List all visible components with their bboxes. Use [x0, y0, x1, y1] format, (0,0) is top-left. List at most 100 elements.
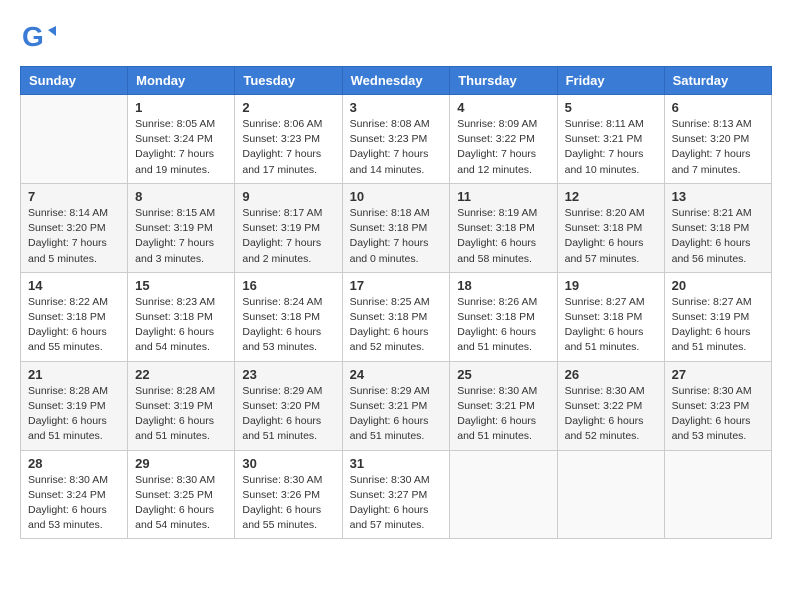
calendar-week-row: 28 Sunrise: 8:30 AM Sunset: 3:24 PM Dayli…: [21, 450, 772, 539]
calendar-day-cell: 1Sunrise: 8:05 AM Sunset: 3:24 PM Daylig…: [128, 95, 235, 184]
day-number: 16: [242, 278, 334, 293]
day-info: Sunrise: 8:30 AM Sunset: 3:22 PM Dayligh…: [565, 384, 657, 445]
day-number: 3: [350, 100, 443, 115]
day-info: Sunrise: 8:30 AM Sunset: 3:25 PM Dayligh…: [135, 473, 227, 534]
day-info: Sunrise: 8:13 AM Sunset: 3:20 PM Dayligh…: [672, 117, 764, 178]
day-info: Sunrise: 8:22 AM Sunset: 3:18 PM Dayligh…: [28, 295, 120, 356]
svg-text:G: G: [22, 21, 44, 52]
calendar-day-cell: 4 Sunrise: 8:09 AM Sunset: 3:22 PM Daylig…: [450, 95, 557, 184]
header: G: [20, 20, 772, 56]
day-info: Sunrise: 8:25 AM Sunset: 3:18 PM Dayligh…: [350, 295, 443, 356]
weekday-label: Thursday: [450, 67, 557, 95]
day-number: 27: [672, 367, 764, 382]
day-info: Sunrise: 8:26 AM Sunset: 3:18 PM Dayligh…: [457, 295, 549, 356]
day-number: 10: [350, 189, 443, 204]
calendar-day-cell: 31 Sunrise: 8:30 AM Sunset: 3:27 PM Dayli…: [342, 450, 450, 539]
calendar-day-cell: [450, 450, 557, 539]
day-number: 5: [565, 100, 657, 115]
calendar-day-cell: [557, 450, 664, 539]
day-info: Sunrise: 8:15 AM Sunset: 3:19 PM Dayligh…: [135, 206, 227, 267]
calendar: SundayMondayTuesdayWednesdayThursdayFrid…: [20, 66, 772, 539]
calendar-day-cell: 6 Sunrise: 8:13 AM Sunset: 3:20 PM Daylig…: [664, 95, 771, 184]
calendar-day-cell: 15 Sunrise: 8:23 AM Sunset: 3:18 PM Dayli…: [128, 272, 235, 361]
day-info: Sunrise: 8:30 AM Sunset: 3:24 PM Dayligh…: [28, 473, 120, 534]
day-info: Sunrise: 8:14 AM Sunset: 3:20 PM Dayligh…: [28, 206, 120, 267]
day-info: Sunrise: 8:30 AM Sunset: 3:21 PM Dayligh…: [457, 384, 549, 445]
day-number: 19: [565, 278, 657, 293]
calendar-day-cell: 2 Sunrise: 8:06 AM Sunset: 3:23 PM Daylig…: [235, 95, 342, 184]
calendar-day-cell: 20 Sunrise: 8:27 AM Sunset: 3:19 PM Dayli…: [664, 272, 771, 361]
day-number: 31: [350, 456, 443, 471]
calendar-day-cell: 3 Sunrise: 8:08 AM Sunset: 3:23 PM Daylig…: [342, 95, 450, 184]
day-info: Sunrise: 8:11 AM Sunset: 3:21 PM Dayligh…: [565, 117, 657, 178]
day-info: Sunrise: 8:30 AM Sunset: 3:23 PM Dayligh…: [672, 384, 764, 445]
logo-icon: G: [20, 20, 56, 56]
calendar-day-cell: 14 Sunrise: 8:22 AM Sunset: 3:18 PM Dayli…: [21, 272, 128, 361]
calendar-day-cell: 25 Sunrise: 8:30 AM Sunset: 3:21 PM Dayli…: [450, 361, 557, 450]
calendar-day-cell: 7 Sunrise: 8:14 AM Sunset: 3:20 PM Daylig…: [21, 183, 128, 272]
day-number: 6: [672, 100, 764, 115]
weekday-label: Tuesday: [235, 67, 342, 95]
day-info: Sunrise: 8:29 AM Sunset: 3:20 PM Dayligh…: [242, 384, 334, 445]
day-number: 14: [28, 278, 120, 293]
calendar-day-cell: [664, 450, 771, 539]
day-number: 17: [350, 278, 443, 293]
day-number: 26: [565, 367, 657, 382]
day-number: 21: [28, 367, 120, 382]
day-info: Sunrise: 8:21 AM Sunset: 3:18 PM Dayligh…: [672, 206, 764, 267]
calendar-day-cell: 19 Sunrise: 8:27 AM Sunset: 3:18 PM Dayli…: [557, 272, 664, 361]
calendar-day-cell: 24Sunrise: 8:29 AM Sunset: 3:21 PM Dayli…: [342, 361, 450, 450]
day-info: Sunrise: 8:30 AM Sunset: 3:27 PM Dayligh…: [350, 473, 443, 534]
weekday-label: Sunday: [21, 67, 128, 95]
calendar-day-cell: 12 Sunrise: 8:20 AM Sunset: 3:18 PM Dayli…: [557, 183, 664, 272]
calendar-day-cell: 11 Sunrise: 8:19 AM Sunset: 3:18 PM Dayli…: [450, 183, 557, 272]
day-info: Sunrise: 8:23 AM Sunset: 3:18 PM Dayligh…: [135, 295, 227, 356]
calendar-day-cell: 5 Sunrise: 8:11 AM Sunset: 3:21 PM Daylig…: [557, 95, 664, 184]
day-number: 12: [565, 189, 657, 204]
calendar-week-row: 21 Sunrise: 8:28 AM Sunset: 3:19 PM Dayli…: [21, 361, 772, 450]
calendar-day-cell: 27 Sunrise: 8:30 AM Sunset: 3:23 PM Dayli…: [664, 361, 771, 450]
weekday-label: Friday: [557, 67, 664, 95]
day-number: 28: [28, 456, 120, 471]
day-info: Sunrise: 8:28 AM Sunset: 3:19 PM Dayligh…: [135, 384, 227, 445]
calendar-day-cell: 29 Sunrise: 8:30 AM Sunset: 3:25 PM Dayli…: [128, 450, 235, 539]
day-info: Sunrise: 8:20 AM Sunset: 3:18 PM Dayligh…: [565, 206, 657, 267]
calendar-day-cell: 18Sunrise: 8:26 AM Sunset: 3:18 PM Dayli…: [450, 272, 557, 361]
day-info: Sunrise: 8:19 AM Sunset: 3:18 PM Dayligh…: [457, 206, 549, 267]
weekday-label: Wednesday: [342, 67, 450, 95]
day-info: Sunrise: 8:06 AM Sunset: 3:23 PM Dayligh…: [242, 117, 334, 178]
day-number: 4: [457, 100, 549, 115]
calendar-day-cell: 9Sunrise: 8:17 AM Sunset: 3:19 PM Daylig…: [235, 183, 342, 272]
day-number: 23: [242, 367, 334, 382]
day-info: Sunrise: 8:27 AM Sunset: 3:18 PM Dayligh…: [565, 295, 657, 356]
day-info: Sunrise: 8:27 AM Sunset: 3:19 PM Dayligh…: [672, 295, 764, 356]
day-number: 7: [28, 189, 120, 204]
day-number: 2: [242, 100, 334, 115]
calendar-day-cell: [21, 95, 128, 184]
logo: G: [20, 20, 60, 56]
day-number: 24: [350, 367, 443, 382]
day-number: 20: [672, 278, 764, 293]
day-number: 15: [135, 278, 227, 293]
day-info: Sunrise: 8:05 AM Sunset: 3:24 PM Dayligh…: [135, 117, 227, 178]
weekday-label: Saturday: [664, 67, 771, 95]
calendar-day-cell: 8 Sunrise: 8:15 AM Sunset: 3:19 PM Daylig…: [128, 183, 235, 272]
day-info: Sunrise: 8:08 AM Sunset: 3:23 PM Dayligh…: [350, 117, 443, 178]
calendar-day-cell: 17 Sunrise: 8:25 AM Sunset: 3:18 PM Dayli…: [342, 272, 450, 361]
calendar-day-cell: 28 Sunrise: 8:30 AM Sunset: 3:24 PM Dayli…: [21, 450, 128, 539]
day-info: Sunrise: 8:09 AM Sunset: 3:22 PM Dayligh…: [457, 117, 549, 178]
day-number: 29: [135, 456, 227, 471]
calendar-day-cell: 26 Sunrise: 8:30 AM Sunset: 3:22 PM Dayli…: [557, 361, 664, 450]
calendar-week-row: 14 Sunrise: 8:22 AM Sunset: 3:18 PM Dayli…: [21, 272, 772, 361]
calendar-day-cell: 23 Sunrise: 8:29 AM Sunset: 3:20 PM Dayli…: [235, 361, 342, 450]
day-info: Sunrise: 8:28 AM Sunset: 3:19 PM Dayligh…: [28, 384, 120, 445]
day-info: Sunrise: 8:30 AM Sunset: 3:26 PM Dayligh…: [242, 473, 334, 534]
day-number: 8: [135, 189, 227, 204]
calendar-day-cell: 10Sunrise: 8:18 AM Sunset: 3:18 PM Dayli…: [342, 183, 450, 272]
weekday-header-row: SundayMondayTuesdayWednesdayThursdayFrid…: [21, 67, 772, 95]
calendar-day-cell: 13Sunrise: 8:21 AM Sunset: 3:18 PM Dayli…: [664, 183, 771, 272]
day-number: 25: [457, 367, 549, 382]
calendar-day-cell: 22Sunrise: 8:28 AM Sunset: 3:19 PM Dayli…: [128, 361, 235, 450]
calendar-day-cell: 30Sunrise: 8:30 AM Sunset: 3:26 PM Dayli…: [235, 450, 342, 539]
day-number: 11: [457, 189, 549, 204]
